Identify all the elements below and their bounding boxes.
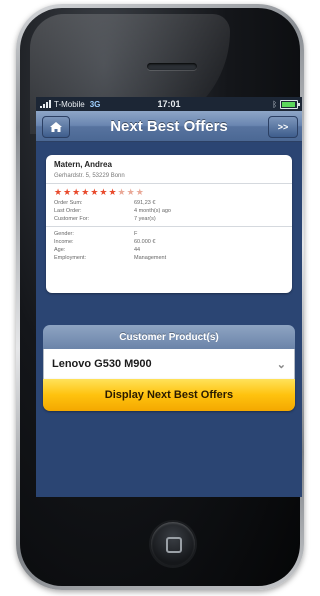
- customer-address: Gerhardstr. 5, 53229 Bonn: [54, 173, 125, 179]
- star-filled-icon: ★: [90, 187, 99, 197]
- field-value: 4 month(s) ago: [134, 208, 171, 214]
- app-screen: T-Mobile 3G 17:01 ᛒ Next Best Offers >> …: [36, 97, 302, 497]
- order-details: Order Sum: 691,23 € Last Order: 4 month(s) …: [54, 200, 284, 222]
- field-value: 7 year(s): [134, 216, 156, 222]
- home-icon: [50, 122, 62, 132]
- page-title: Next Best Offers: [110, 117, 228, 135]
- star-filled-icon: ★: [81, 187, 90, 197]
- navigation-bar: Next Best Offers >>: [36, 111, 302, 142]
- battery-icon: [280, 99, 300, 109]
- display-offers-button[interactable]: Display Next Best Offers: [43, 379, 295, 411]
- star-filled-icon: ★: [108, 187, 117, 197]
- field-value: 60.000 €: [134, 239, 156, 245]
- star-filled-icon: ★: [54, 187, 63, 197]
- chevron-down-icon: ⌄: [276, 358, 286, 371]
- selected-product: Lenovo G530 M900: [52, 358, 152, 370]
- star-empty-icon: ★: [135, 187, 144, 197]
- profile-details: Gender: F Income: 60.000 € Age: 44 Employment:…: [54, 231, 284, 261]
- star-empty-icon: ★: [117, 187, 126, 197]
- star-empty-icon: ★: [126, 187, 135, 197]
- field-value: 691,23 €: [134, 200, 156, 206]
- field-label: Income:: [54, 239, 74, 245]
- clock: 17:01: [157, 99, 181, 109]
- earpiece-speaker: [147, 63, 197, 70]
- field-label: Last Order:: [54, 208, 82, 214]
- star-filled-icon: ★: [99, 187, 108, 197]
- next-button[interactable]: >>: [268, 116, 298, 138]
- home-nav-button[interactable]: [42, 116, 70, 138]
- star-filled-icon: ★: [72, 187, 81, 197]
- field-label: Employment:: [54, 255, 87, 261]
- customer-rating: ★ ★ ★ ★ ★ ★ ★ ★ ★ ★: [54, 188, 284, 197]
- field-value: Management: [134, 255, 167, 261]
- divider: [46, 226, 292, 227]
- field-label: Customer For:: [54, 216, 90, 222]
- product-select[interactable]: Lenovo G530 M900 ⌄: [43, 349, 295, 379]
- field-value: F: [134, 231, 138, 237]
- field-value: 44: [134, 247, 141, 253]
- home-button[interactable]: [151, 522, 195, 566]
- status-bar: T-Mobile 3G 17:01 ᛒ: [36, 97, 302, 111]
- products-section-header: Customer Product(s): [43, 325, 295, 349]
- divider: [46, 183, 292, 184]
- field-label: Age:: [54, 247, 66, 253]
- customer-card: Matern, Andrea Gerhardstr. 5, 53229 Bonn…: [46, 155, 292, 293]
- field-label: Gender:: [54, 231, 74, 237]
- battery-level: [282, 101, 295, 107]
- home-square-icon: [166, 537, 182, 553]
- star-filled-icon: ★: [63, 187, 72, 197]
- field-label: Order Sum:: [54, 200, 83, 206]
- customer-name: Matern, Andrea: [54, 160, 112, 169]
